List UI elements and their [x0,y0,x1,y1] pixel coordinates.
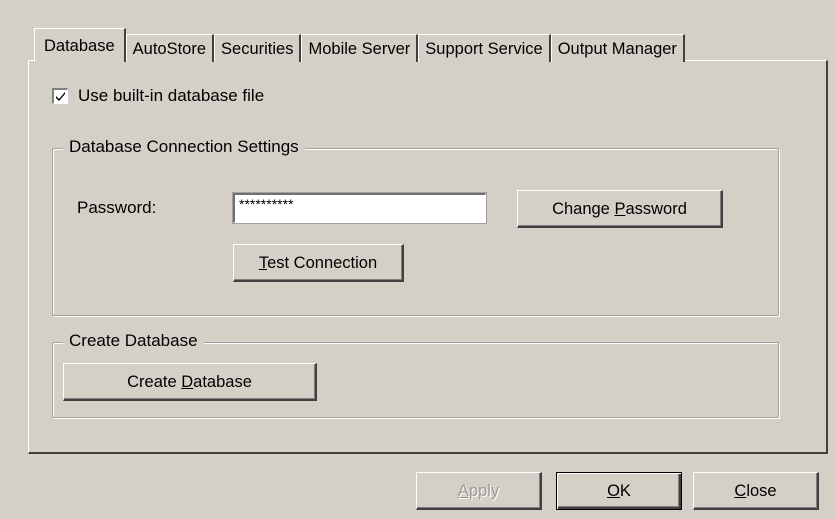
change-password-button[interactable]: Change Password [517,190,723,228]
tab-strip: Database AutoStore Securities Mobile Ser… [34,28,685,62]
ok-label-post: K [619,482,631,500]
create-database-button[interactable]: Create Database [63,363,317,401]
test-connection-button[interactable]: Test Connection [233,244,404,282]
apply-label-post: pply [468,482,500,500]
apply-button[interactable]: Apply [416,472,542,510]
change-password-label-pre: Change [552,200,615,218]
tab-database[interactable]: Database [34,28,126,62]
tab-support-service[interactable]: Support Service [418,34,551,62]
connection-settings-title: Database Connection Settings [63,137,305,157]
change-password-mnemonic: P [614,200,626,218]
settings-dialog: Database AutoStore Securities Mobile Ser… [0,0,836,519]
ok-mnemonic: O [607,482,620,500]
tab-mobile-server[interactable]: Mobile Server [301,34,419,62]
connection-settings-group: Database Connection Settings [52,137,779,316]
tab-securities[interactable]: Securities [214,34,302,62]
checkmark-icon [56,92,65,101]
change-password-label-post: assword [625,200,687,218]
password-label: Password: [77,198,157,217]
test-connection-mnemonic: T [258,254,268,272]
create-database-mnemonic: D [181,373,194,391]
tab-autostore[interactable]: AutoStore [125,34,215,62]
apply-mnemonic: A [457,482,469,500]
password-field[interactable]: ********** [232,192,487,224]
close-label-post: lose [746,482,777,500]
test-connection-label-post: est Connection [267,254,378,272]
tab-output-manager[interactable]: Output Manager [550,34,685,62]
use-builtin-db-row[interactable]: Use built-in database file [52,86,264,106]
create-database-label-post: atabase [193,373,252,391]
create-database-label-pre: Create [127,373,182,391]
close-mnemonic: C [734,482,747,500]
use-builtin-db-label: Use built-in database file [78,86,265,105]
create-database-title: Create Database [63,331,204,351]
use-builtin-db-checkbox[interactable] [52,88,68,104]
close-button[interactable]: Close [693,472,819,510]
ok-button[interactable]: OK [556,472,682,510]
